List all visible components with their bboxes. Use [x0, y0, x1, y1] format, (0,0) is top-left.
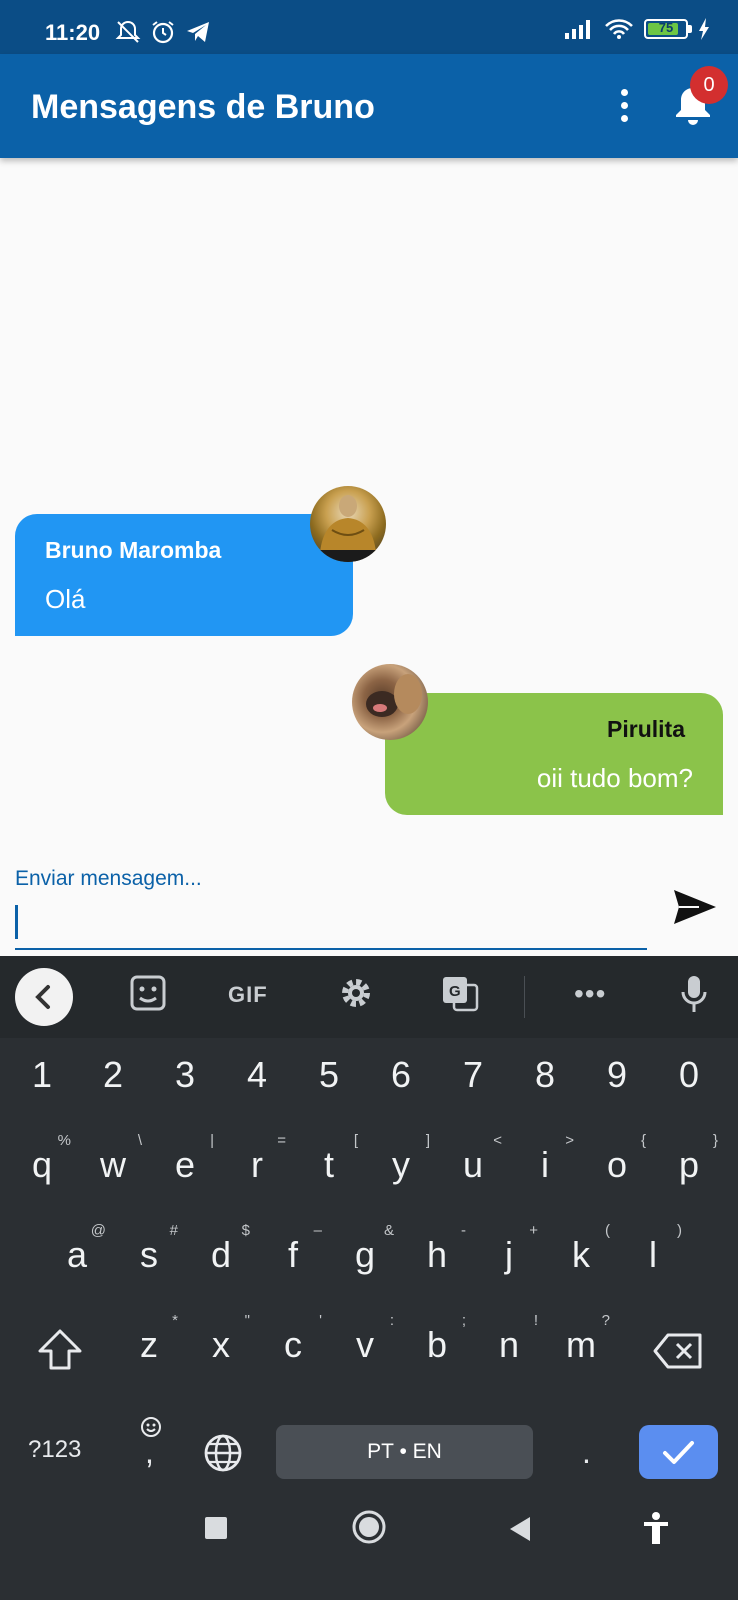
home-icon[interactable] [351, 1509, 387, 1545]
comma-label: , [145, 1434, 154, 1470]
battery-icon: 75 [644, 19, 692, 39]
key-y[interactable]: ] y [366, 1128, 436, 1204]
message-input[interactable] [15, 895, 647, 950]
key-w[interactable]: \ w [78, 1128, 148, 1204]
avatar-bruno-image [310, 495, 386, 562]
key-h[interactable]: -h [402, 1218, 472, 1294]
key-9[interactable]: 9 [582, 1040, 652, 1116]
sticker-icon[interactable] [129, 974, 167, 1012]
send-icon[interactable] [670, 882, 720, 932]
telegram-icon [187, 22, 209, 42]
key-x[interactable]: " x [186, 1308, 256, 1384]
bell-off-icon [115, 20, 141, 43]
gif-button[interactable]: GIF [228, 982, 268, 1008]
message-text: Olá [45, 584, 86, 614]
key-q[interactable]: % q [7, 1128, 77, 1204]
key-t[interactable]: [t [294, 1128, 364, 1204]
text-caret [15, 905, 18, 939]
enter-key[interactable] [639, 1425, 718, 1479]
key-7[interactable]: 7 [438, 1040, 508, 1116]
status-time: 11:20 [45, 20, 101, 45]
key-0[interactable]: 0 [654, 1040, 724, 1116]
recent-apps-icon[interactable] [204, 1516, 228, 1540]
message-text: oii tudo bom? [536, 763, 693, 793]
status-right: 75 [564, 18, 710, 40]
globe-icon[interactable] [203, 1433, 243, 1473]
message-bubble-sent[interactable]: Pirulita oii tudo bom? [385, 693, 723, 815]
key-8[interactable]: 8 [510, 1040, 580, 1116]
key-s[interactable]: # s [114, 1218, 184, 1294]
back-nav-icon[interactable] [508, 1516, 532, 1542]
key-i[interactable]: > i [510, 1128, 580, 1204]
symbols-key[interactable]: ?123 [28, 1436, 81, 1464]
key-f[interactable]: – f [258, 1218, 328, 1294]
keyboard-toolbar: GIF G ••• [0, 956, 738, 1038]
key-p[interactable]: } p [654, 1128, 724, 1204]
key-j[interactable]: + j [474, 1218, 544, 1294]
key-l[interactable]: ) l [618, 1218, 688, 1294]
key-g[interactable]: & g [330, 1218, 400, 1294]
message-bubble-received[interactable]: Bruno Maromba Olá [15, 514, 353, 636]
notification-badge[interactable]: 0 [690, 66, 728, 104]
status-bar: 11:20 75 [0, 0, 738, 54]
page-title: Mensagens de Bruno [31, 88, 375, 126]
shift-icon[interactable] [36, 1328, 84, 1372]
svg-text:G: G [449, 983, 461, 1000]
key-o[interactable]: {o [582, 1128, 652, 1204]
key-a[interactable]: @ a [42, 1218, 112, 1294]
period-key[interactable]: . [582, 1434, 591, 1471]
key-v[interactable]: :v [330, 1308, 400, 1384]
message-sender: Bruno Maromba [45, 537, 222, 563]
backspace-icon[interactable] [652, 1332, 704, 1370]
charging-icon [699, 18, 709, 40]
alarm-icon [152, 21, 174, 44]
battery-level: 75 [658, 20, 674, 35]
settings-gear-icon[interactable] [337, 974, 375, 1012]
microphone-icon[interactable] [678, 974, 710, 1016]
key-e[interactable]: | e [150, 1128, 220, 1204]
message-composer: Enviar mensagem... [0, 840, 738, 956]
checkmark-icon [663, 1441, 694, 1464]
keyboard: GIF G ••• 1 2 3 4 5 6 7 8 9 0 % q \ w | e =… [0, 956, 738, 1600]
wifi-icon [605, 19, 633, 39]
key-5[interactable]: 5 [294, 1040, 364, 1116]
emoji-comma-key[interactable]: , [136, 1416, 166, 1476]
key-1[interactable]: 1 [7, 1040, 77, 1116]
key-d[interactable]: $ d [186, 1218, 256, 1294]
key-2[interactable]: 2 [78, 1040, 148, 1116]
space-bar[interactable]: PT • EN [276, 1425, 533, 1479]
key-c[interactable]: ' c [258, 1308, 328, 1384]
key-m[interactable]: ? m [546, 1308, 616, 1384]
avatar-pirulita [352, 664, 428, 740]
accessibility-icon[interactable] [642, 1511, 670, 1545]
message-sender: Pirulita [607, 716, 685, 742]
key-u[interactable]: < u [438, 1128, 508, 1204]
signal-icon [565, 20, 590, 39]
keyboard-back-button[interactable] [15, 968, 73, 1026]
more-options-icon[interactable] [612, 86, 636, 126]
message-input-label: Enviar mensagem... [15, 867, 202, 890]
translate-icon[interactable]: G [441, 974, 479, 1012]
key-3[interactable]: 3 [150, 1040, 220, 1116]
key-z[interactable]: * z [114, 1308, 184, 1384]
key-b[interactable]: ; b [402, 1308, 472, 1384]
key-n[interactable]: ! n [474, 1308, 544, 1384]
app-bar: Mensagens de Bruno 0 [0, 54, 738, 158]
avatar-bruno [310, 486, 386, 562]
avatar-pirulita-image [366, 674, 422, 717]
key-6[interactable]: 6 [366, 1040, 436, 1116]
toolbar-divider [524, 976, 525, 1018]
key-k[interactable]: (k [546, 1218, 616, 1294]
key-r[interactable]: = r [222, 1128, 292, 1204]
chevron-left-icon [35, 985, 50, 1009]
key-4[interactable]: 4 [222, 1040, 292, 1116]
more-options-button[interactable]: ••• [574, 978, 606, 1010]
